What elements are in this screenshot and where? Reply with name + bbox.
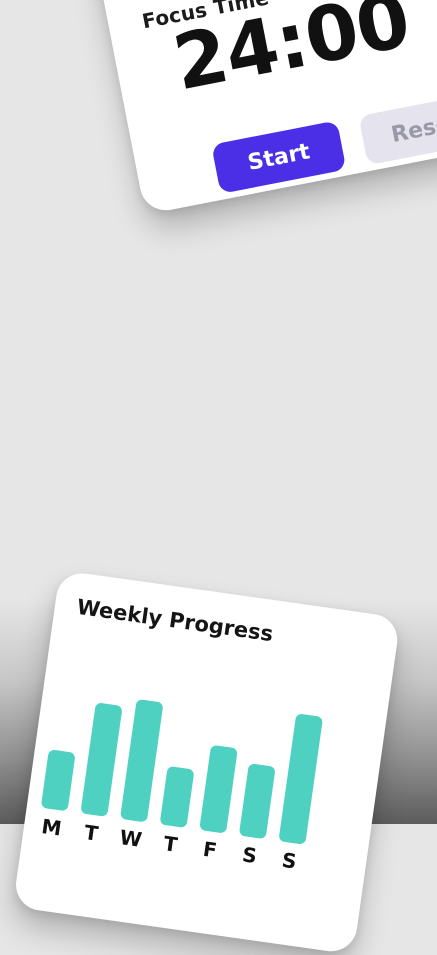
bar-day-6: [238, 763, 276, 840]
focus-time-card: Focus Time 24:00 Start Reset: [90, 0, 437, 215]
day-label-2: T: [82, 820, 100, 846]
bar-day-1: [40, 749, 76, 812]
weekly-progress-title: Weekly Progress: [75, 594, 275, 647]
day-label-6: S: [240, 842, 259, 869]
bar-day-3: [119, 698, 164, 823]
day-label-7: S: [280, 847, 299, 874]
day-label-3: W: [118, 825, 144, 852]
day-label-5: F: [201, 836, 219, 863]
weekly-progress-card: Weekly Progress M T W T F S S: [12, 570, 401, 955]
timer-display: 24:00: [166, 0, 417, 108]
weekly-bars: M T W T F S S: [40, 659, 359, 874]
bar-day-5: [199, 744, 238, 834]
bar-day-2: [80, 702, 123, 817]
start-button[interactable]: Start: [211, 120, 347, 194]
bar-day-7: [278, 713, 324, 845]
day-label-1: M: [40, 814, 64, 841]
bar-day-4: [159, 765, 195, 829]
day-label-4: T: [162, 831, 179, 857]
reset-button[interactable]: Reset: [358, 91, 437, 166]
